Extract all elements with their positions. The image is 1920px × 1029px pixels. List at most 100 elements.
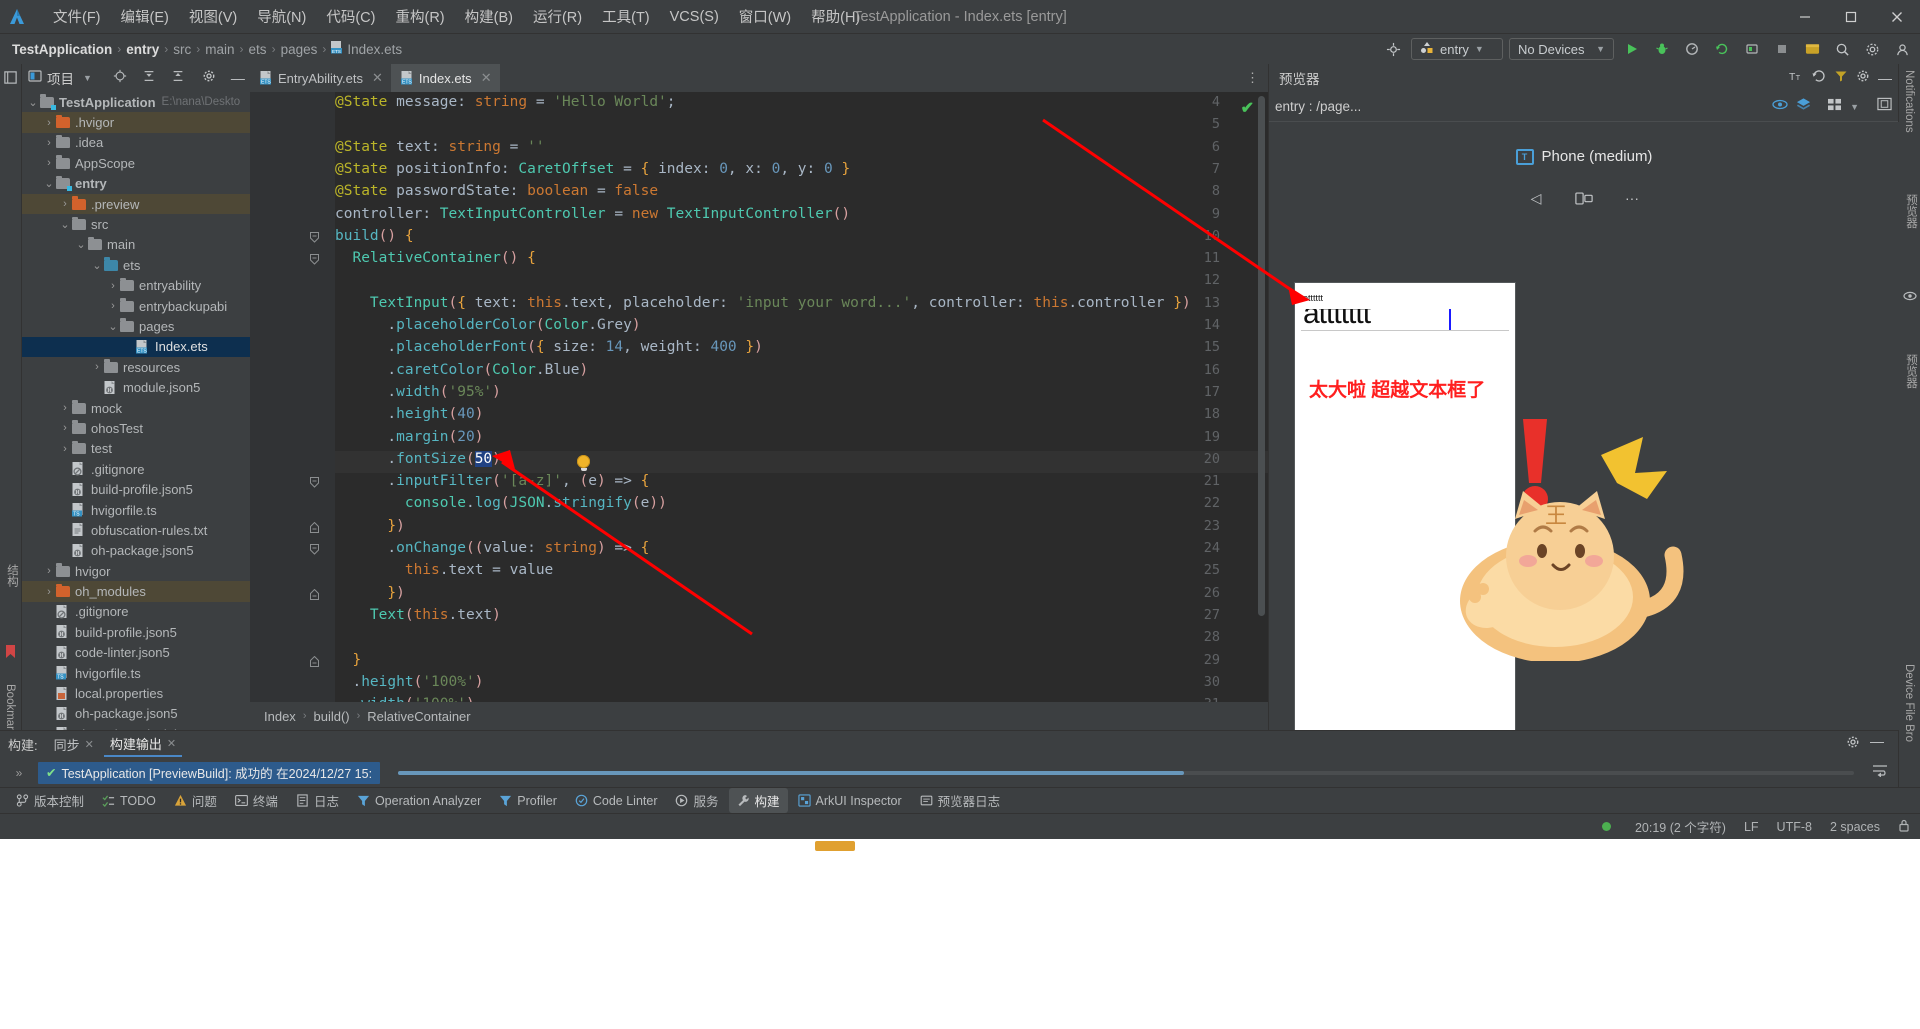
device-preview-frame[interactable]: etttttt attttttt 太大啦 超越文本框了 王 — [1294, 282, 1684, 744]
editor-tab-overflow-icon[interactable]: ⋮ — [1246, 70, 1260, 86]
code-line[interactable]: .margin(20) — [335, 429, 483, 445]
chevron-down-icon[interactable]: ⌄ — [106, 320, 120, 333]
build-tab-0[interactable]: 同步 ✕ — [48, 733, 100, 756]
tree-item-pages[interactable]: ⌄ pages — [22, 316, 250, 336]
chevron-down-icon[interactable]: ⌄ — [74, 238, 88, 251]
right-strip-label-cn[interactable]: 预览器 — [1903, 194, 1919, 229]
code-fold-marker[interactable] — [310, 521, 319, 536]
menu-item-8[interactable]: 工具(T) — [593, 3, 659, 30]
fit-screen-icon[interactable] — [1877, 97, 1892, 116]
tree-item-module-json5[interactable]: module.json5 — [22, 377, 250, 397]
tool-strip---[interactable]: 构建 — [728, 788, 788, 813]
tree-item-local-properties[interactable]: local.properties — [22, 683, 250, 703]
tree-item-testapplication[interactable]: ⌄ TestApplication E:\nana\Deskto — [22, 92, 250, 112]
tree-item-src[interactable]: ⌄ src — [22, 214, 250, 234]
tool-strip-operation-analyzer[interactable]: Operation Analyzer — [349, 791, 489, 811]
tree-item-entrybackupabi[interactable]: › entrybackupabi — [22, 296, 250, 316]
build-window-hide-icon[interactable]: — — [1870, 734, 1884, 754]
coverage-button[interactable] — [1740, 37, 1764, 61]
device-file-browser-label[interactable]: Device File Bro — [1903, 664, 1915, 742]
refresh-icon[interactable] — [1812, 69, 1826, 88]
tool-strip---[interactable]: 服务 — [667, 788, 726, 813]
caret-position[interactable]: 20:19 (2 个字符) — [1635, 817, 1726, 836]
tree-item--hvigor[interactable]: › .hvigor — [22, 112, 250, 133]
editor-tab-index-ets[interactable]: ETS Index.ets ✕ — [390, 64, 500, 92]
tree-item-code-linter-json5[interactable]: code-linter.json5 — [22, 643, 250, 663]
code-line[interactable]: .placeholderColor(Color.Grey) — [335, 317, 640, 333]
chevron-right-icon[interactable]: › — [42, 137, 56, 149]
previewer-file-label[interactable]: entry : /page... — [1275, 99, 1361, 114]
code-fold-marker[interactable] — [310, 477, 319, 491]
indent-setting[interactable]: 2 spaces — [1830, 820, 1880, 834]
menu-item-7[interactable]: 运行(R) — [524, 3, 591, 30]
build-settings-gear-icon[interactable] — [1846, 735, 1860, 754]
chevron-right-icon[interactable]: › — [42, 157, 56, 169]
grid-layout-icon[interactable] — [1827, 98, 1842, 116]
tool-strip------[interactable]: 预览器日志 — [912, 788, 1009, 813]
line-separator[interactable]: LF — [1744, 820, 1759, 834]
menu-item-10[interactable]: 窗口(W) — [730, 3, 800, 30]
tree-item-entryability[interactable]: › entryability — [22, 276, 250, 296]
menu-item-4[interactable]: 代码(C) — [317, 3, 384, 30]
tool-strip-arkui-inspector[interactable]: ArkUI Inspector — [790, 791, 910, 811]
breadcrumb-item-3[interactable]: main — [201, 41, 238, 58]
rerun-button[interactable] — [1710, 37, 1734, 61]
code-line[interactable]: .caretColor(Color.Blue) — [335, 362, 588, 378]
code-line[interactable]: TextInput({ text: this.text, placeholder… — [335, 295, 1191, 311]
project-tree[interactable]: ⌄ TestApplication E:\nana\Deskto › .hvigor ›.… — [22, 92, 250, 730]
code-fold-marker[interactable] — [310, 231, 319, 246]
intention-bulb-icon[interactable] — [577, 454, 590, 471]
tree-item-hvigor[interactable]: › hvigor — [22, 561, 250, 581]
close-build-tab-icon[interactable]: ✕ — [167, 737, 176, 750]
close-tab-icon[interactable]: ✕ — [481, 70, 492, 86]
breadcrumb-item-2[interactable]: src — [169, 41, 195, 58]
breadcrumb-item-1[interactable]: entry — [122, 41, 163, 58]
sidebar-item-project[interactable] — [3, 70, 18, 90]
collapse-all-icon[interactable] — [171, 69, 185, 88]
code-line[interactable]: .height('100%') — [335, 674, 483, 690]
chevron-down-icon[interactable]: ▼ — [83, 73, 92, 83]
expand-all-icon[interactable] — [142, 69, 156, 88]
code-fold-marker[interactable] — [310, 544, 319, 558]
layers-icon[interactable] — [1796, 97, 1811, 116]
debug-button[interactable] — [1650, 37, 1674, 61]
code-line[interactable]: Text(this.text) — [335, 607, 501, 623]
code-line[interactable]: console.log(JSON.stringify(e)) — [335, 495, 667, 511]
build-wrap-icon[interactable] — [1872, 763, 1898, 782]
code-line[interactable]: .fontSize(50) — [335, 450, 501, 467]
chevron-down-icon[interactable]: ⌄ — [26, 96, 40, 109]
menu-item-1[interactable]: 编辑(E) — [112, 3, 178, 30]
tool-strip---[interactable]: 日志 — [288, 788, 347, 813]
tree-item-appscope[interactable]: › AppScope — [22, 153, 250, 173]
filter-icon[interactable] — [1834, 69, 1848, 88]
code-line[interactable]: .height(40) — [335, 406, 483, 422]
code-line[interactable]: @State passwordState: boolean = false — [335, 183, 658, 199]
profile-button[interactable] — [1680, 37, 1704, 61]
tree-item--gitignore[interactable]: .gitignore — [22, 602, 250, 622]
device-selector[interactable]: No Devices ▼ — [1509, 38, 1614, 60]
tree-item-test[interactable]: › test — [22, 439, 250, 459]
preview-text-input[interactable]: attttttt — [1301, 309, 1509, 331]
code-line[interactable]: }) — [335, 585, 404, 601]
back-button[interactable]: ◁ — [1515, 184, 1557, 212]
tree-item-build-profile-json5[interactable]: build-profile.json5 — [22, 622, 250, 642]
tree-item--idea[interactable]: › .idea — [22, 133, 250, 153]
code-line[interactable]: .width('95%') — [335, 384, 501, 400]
editor-tab-entryability-ets[interactable]: ETS EntryAbility.ets ✕ — [250, 64, 391, 92]
code-line[interactable]: .onChange((value: string) => { — [335, 540, 649, 556]
close-tab-icon[interactable]: ✕ — [372, 70, 383, 86]
more-options-button[interactable]: ··· — [1611, 184, 1653, 212]
code-fold-marker[interactable] — [310, 254, 319, 268]
close-build-tab-icon[interactable]: ✕ — [85, 738, 94, 751]
close-button[interactable] — [1874, 0, 1920, 34]
chevron-right-icon[interactable]: › — [42, 565, 56, 577]
tree-item--gitignore[interactable]: .gitignore — [22, 459, 250, 479]
bookmark-icon[interactable] — [4, 644, 17, 664]
breadcrumb-item-5[interactable]: pages — [277, 41, 322, 58]
chevron-right-icon[interactable]: › — [58, 422, 72, 434]
tree-item-index-ets[interactable]: ETS Index.ets — [22, 336, 250, 358]
stop-button[interactable] — [1770, 37, 1794, 61]
tree-item-build-profile-json5[interactable]: build-profile.json5 — [22, 479, 250, 499]
code-line[interactable]: @State text: string = '' — [335, 139, 545, 155]
code-line[interactable]: build() { — [335, 228, 414, 244]
